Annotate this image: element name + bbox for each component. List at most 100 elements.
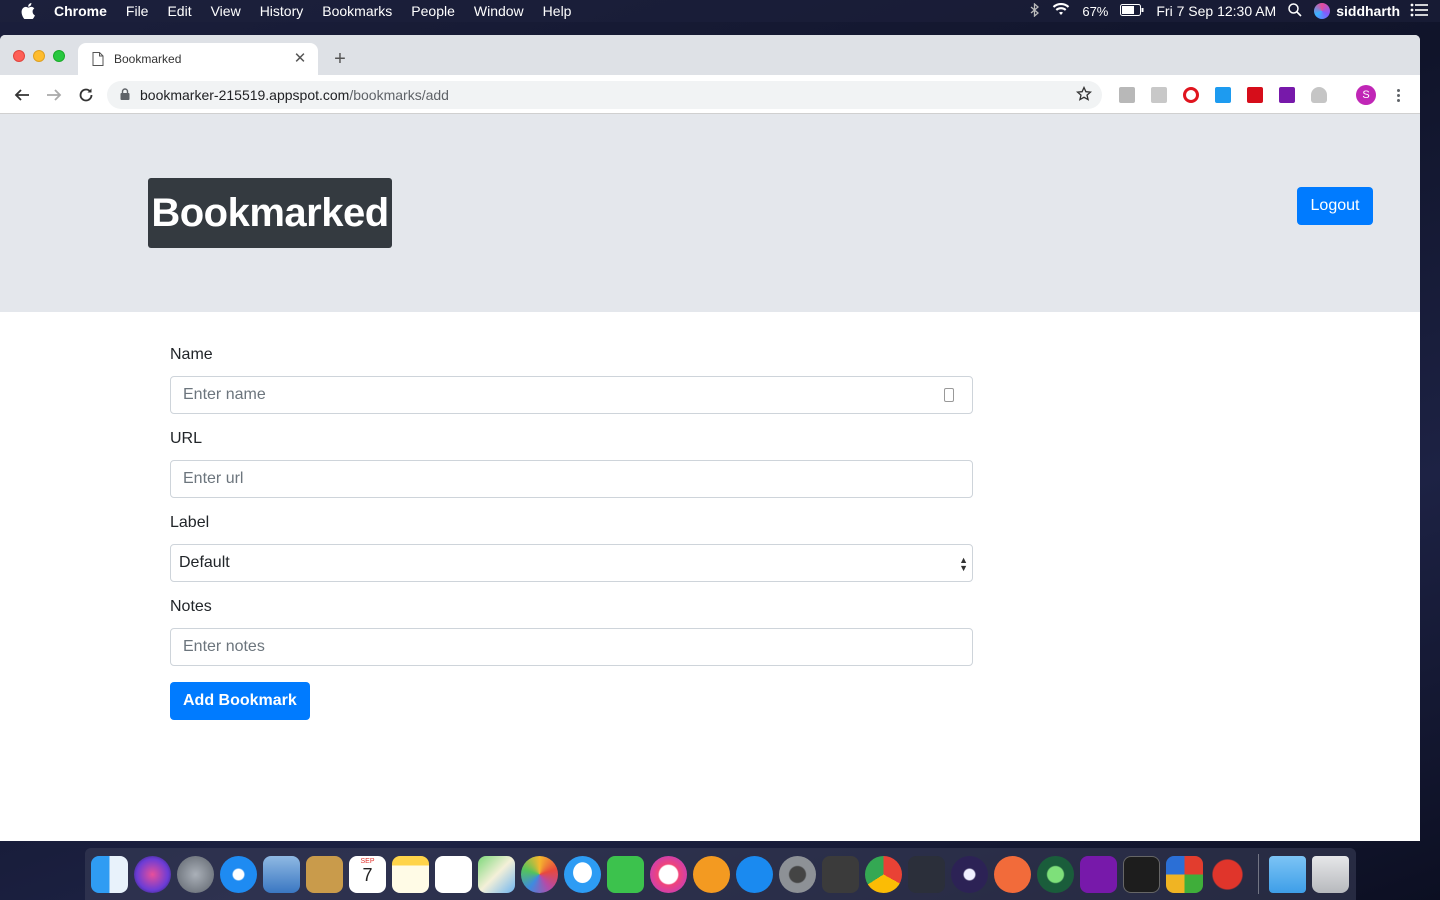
terminal-icon[interactable]	[1123, 855, 1160, 893]
name-input[interactable]: Enter name	[170, 376, 973, 414]
extension-window-icon[interactable]	[1215, 87, 1231, 103]
minimize-window-button[interactable]	[33, 50, 45, 62]
reminders-icon[interactable]	[435, 855, 472, 893]
postman-icon[interactable]	[994, 855, 1031, 893]
user-name[interactable]: siddharth	[1336, 3, 1400, 19]
calendar-icon[interactable]: SEP 7	[349, 855, 386, 893]
battery-icon[interactable]	[1120, 3, 1144, 19]
menu-window[interactable]: Window	[474, 3, 524, 19]
datetime[interactable]: Fri 7 Sep 12:30 AM	[1156, 3, 1276, 19]
menu-app-name[interactable]: Chrome	[54, 3, 107, 19]
folder-icon[interactable]	[1269, 855, 1306, 893]
label-label: Label	[170, 514, 210, 531]
maps-icon[interactable]	[478, 855, 515, 893]
url-group: URL Enter url	[170, 430, 973, 498]
url-label: URL	[170, 430, 203, 447]
close-tab-icon[interactable]: ✕	[292, 51, 308, 67]
notes-book-icon[interactable]	[306, 855, 343, 893]
eclipse-icon[interactable]	[951, 855, 988, 893]
maximize-window-button[interactable]	[53, 50, 65, 62]
label-select[interactable]: Default ▲ ▼	[170, 544, 973, 582]
autofill-contact-icon[interactable]	[944, 388, 954, 402]
wifi-icon[interactable]	[1052, 2, 1070, 19]
windows-icon[interactable]	[1166, 855, 1203, 893]
label-selected-value: Default	[179, 554, 230, 571]
name-placeholder: Enter name	[183, 386, 266, 403]
profile-avatar[interactable]: S	[1356, 85, 1376, 105]
launchpad-icon[interactable]	[177, 855, 214, 893]
safari-icon[interactable]	[220, 855, 257, 893]
browser-window: Bookmarked ✕ + bookmarker-215519.appspot…	[0, 35, 1420, 841]
calendar-month: SEP	[360, 857, 375, 865]
browser-toolbar: bookmarker-215519.appspot.com/bookmarks/…	[0, 75, 1420, 114]
messages-icon[interactable]	[564, 855, 601, 893]
user-avatar-icon[interactable]	[1314, 3, 1331, 19]
forward-button[interactable]	[43, 84, 65, 106]
extension-inbox-icon[interactable]	[1151, 87, 1167, 103]
mail-icon[interactable]	[263, 855, 300, 893]
onenote-extension-icon[interactable]	[1279, 87, 1295, 103]
notes-group: Notes Enter notes	[170, 598, 973, 666]
lock-icon[interactable]	[120, 87, 130, 103]
add-bookmark-button[interactable]: Add Bookmark	[170, 682, 310, 720]
menu-bar: Chrome File Edit View History Bookmarks …	[0, 0, 1440, 22]
spotlight-icon[interactable]	[1288, 2, 1302, 20]
bookmark-star-icon[interactable]	[1075, 85, 1093, 105]
back-button[interactable]	[11, 84, 33, 106]
dock-divider	[1258, 854, 1259, 894]
url-path: /bookmarks/add	[349, 87, 449, 103]
tab-title: Bookmarked	[114, 52, 182, 66]
notification-center-icon[interactable]	[1410, 3, 1428, 20]
menu-history[interactable]: History	[260, 3, 304, 19]
notes-placeholder: Enter notes	[183, 638, 265, 655]
opera-extension-icon[interactable]	[1183, 87, 1199, 103]
new-tab-button[interactable]: +	[330, 49, 350, 69]
url-input[interactable]: Enter url	[170, 460, 973, 498]
logout-button[interactable]: Logout	[1297, 187, 1373, 225]
gitkraken-icon[interactable]	[1037, 855, 1074, 893]
select-arrows-icon: ▲ ▼	[959, 555, 968, 573]
add-bookmark-form: Name Enter name URL Enter url Label Defa…	[170, 346, 973, 720]
books-icon[interactable]	[693, 855, 730, 893]
system-preferences-icon[interactable]	[779, 855, 816, 893]
itunes-icon[interactable]	[650, 855, 687, 893]
menu-bookmarks[interactable]: Bookmarks	[322, 3, 392, 19]
name-group: Name Enter name	[170, 346, 973, 414]
vscode-icon[interactable]	[908, 855, 945, 893]
reload-button[interactable]	[75, 84, 97, 106]
apple-icon[interactable]	[18, 1, 38, 21]
menu-edit[interactable]: Edit	[167, 3, 191, 19]
chrome-icon[interactable]	[865, 855, 902, 893]
sublime-text-icon[interactable]	[822, 855, 859, 893]
label-group: Label Default ▲ ▼	[170, 514, 973, 582]
menu-kebab-icon[interactable]	[1392, 85, 1404, 105]
onenote-icon[interactable]	[1080, 855, 1117, 893]
web-page: Bookmarked Logout Name Enter name URL En…	[0, 114, 1420, 841]
trash-icon[interactable]	[1312, 855, 1349, 893]
url-placeholder: Enter url	[183, 470, 244, 487]
boxing-glove-icon[interactable]	[1209, 855, 1246, 893]
notes-icon[interactable]	[392, 855, 429, 893]
menu-file[interactable]: File	[126, 3, 149, 19]
finder-icon[interactable]	[91, 855, 128, 893]
drive-extension-icon[interactable]	[1311, 87, 1327, 103]
menu-view[interactable]: View	[211, 3, 241, 19]
facetime-icon[interactable]	[607, 855, 644, 893]
photos-icon[interactable]	[521, 855, 558, 893]
extension-red-icon[interactable]	[1247, 87, 1263, 103]
menu-people[interactable]: People	[411, 3, 455, 19]
tab-strip: Bookmarked ✕ +	[0, 35, 1420, 75]
menu-help[interactable]: Help	[543, 3, 572, 19]
name-label: Name	[170, 346, 213, 363]
tab-bookmarked[interactable]: Bookmarked ✕	[78, 43, 318, 75]
dock: SEP 7	[85, 848, 1356, 900]
notes-input[interactable]: Enter notes	[170, 628, 973, 666]
bluetooth-icon[interactable]	[1030, 2, 1040, 20]
close-window-button[interactable]	[13, 50, 25, 62]
extension-m-icon[interactable]	[1119, 87, 1135, 103]
address-bar[interactable]: bookmarker-215519.appspot.com/bookmarks/…	[107, 81, 1102, 109]
app-store-icon[interactable]	[736, 855, 773, 893]
calendar-day: 7	[362, 864, 373, 885]
siri-icon[interactable]	[134, 855, 171, 893]
url-host: bookmarker-215519.appspot.com	[140, 87, 350, 103]
